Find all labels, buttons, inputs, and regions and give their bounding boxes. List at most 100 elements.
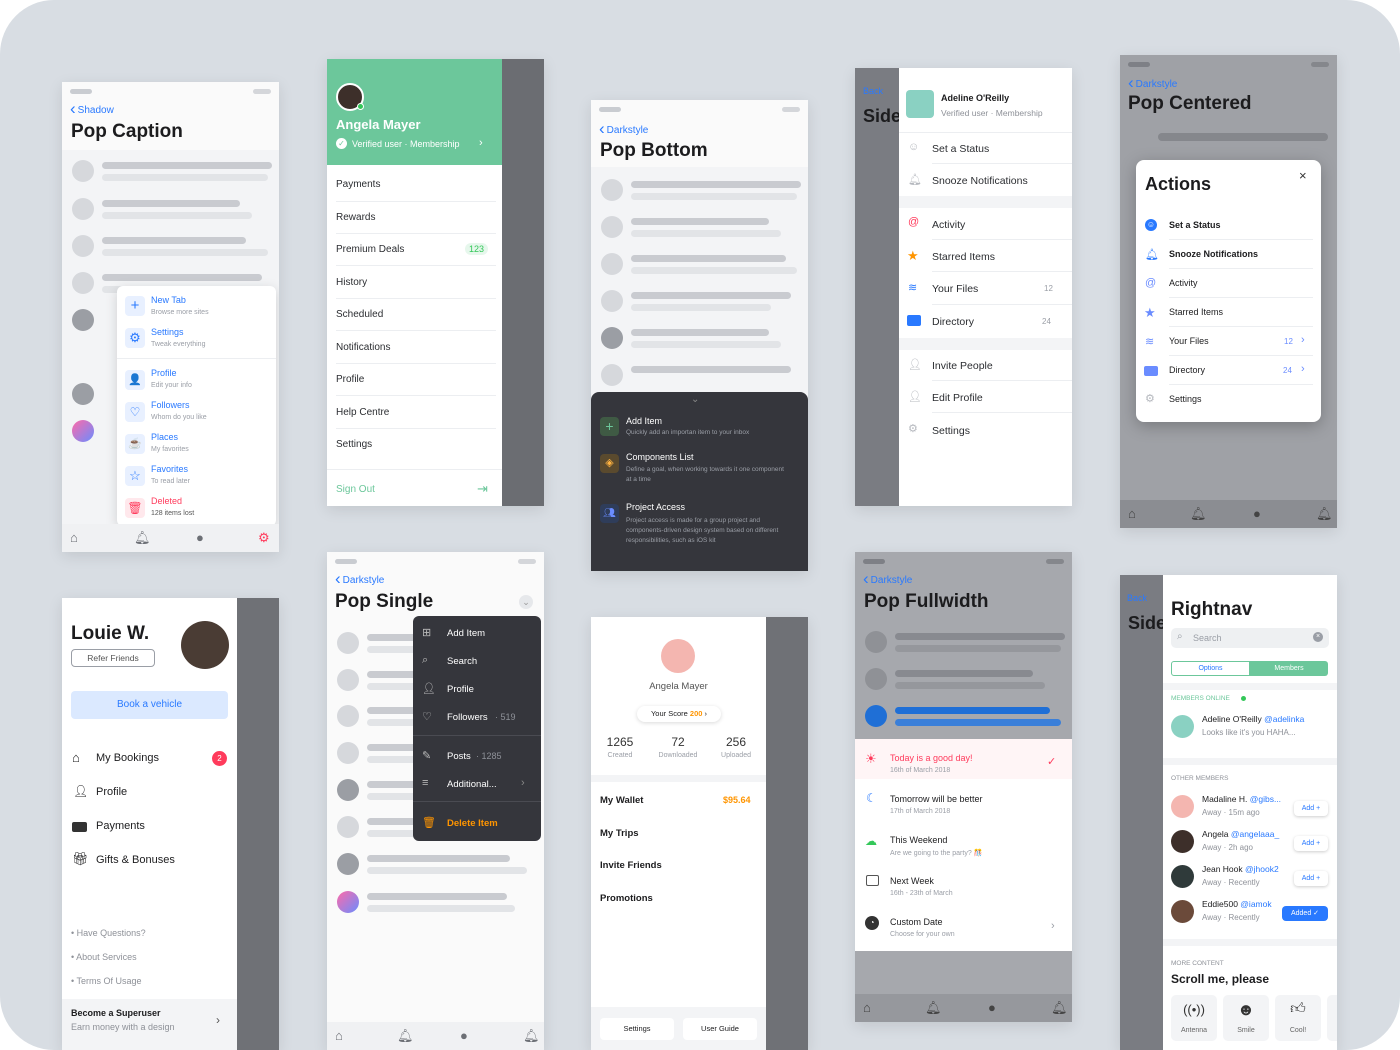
bell-icon[interactable]: 🔔︎ — [397, 1028, 414, 1044]
link-questions[interactable]: • Have Questions? — [71, 928, 146, 938]
menu-item-new-tab[interactable]: New Tab — [151, 295, 186, 305]
menu-help-centre[interactable]: Help Centre — [336, 407, 389, 418]
option-next-week[interactable]: Next Week — [890, 876, 934, 886]
menu-rewards[interactable]: Rewards — [336, 212, 375, 223]
avatar[interactable] — [1171, 795, 1194, 818]
menu-add-item[interactable]: Add Item — [447, 628, 485, 639]
card-antenna[interactable]: ((•)) Antenna — [1171, 995, 1217, 1041]
home-icon[interactable]: ⌂ — [863, 1000, 871, 1015]
bell-icon[interactable]: 🔔︎ — [1190, 506, 1207, 522]
refer-friends-button[interactable]: Refer Friends — [71, 649, 155, 667]
option-tomorrow[interactable]: Tomorrow will be better — [890, 794, 983, 804]
settings-button[interactable]: Settings — [600, 1018, 674, 1040]
add-button[interactable]: Add + — [1294, 836, 1328, 851]
menu-premium-deals[interactable]: Premium Deals — [336, 244, 404, 255]
search-input[interactable]: Search — [1193, 633, 1222, 643]
menu-invite-friends[interactable]: Invite Friends — [600, 860, 662, 871]
menu-starred[interactable]: Starred Items — [932, 251, 995, 263]
sheet-item-add[interactable]: Add Item — [626, 416, 662, 426]
back-button[interactable]: Darkstyle — [1128, 72, 1178, 92]
menu-your-files[interactable]: Your Files — [1169, 336, 1209, 346]
card-smile[interactable]: ☻ Smile — [1223, 995, 1269, 1041]
bell-icon[interactable]: 🔔︎ — [1051, 1000, 1068, 1016]
bell-icon[interactable]: 🔔︎ — [523, 1028, 540, 1044]
option-custom-date[interactable]: Custom Date — [890, 917, 943, 927]
gear-icon[interactable]: ⚙ — [258, 530, 270, 546]
menu-activity[interactable]: Activity — [932, 219, 965, 231]
avatar[interactable] — [906, 90, 934, 118]
superuser-banner[interactable]: Become a Superuser Earn money with a des… — [62, 999, 237, 1050]
chat-icon[interactable]: ● — [460, 1028, 468, 1043]
chat-icon[interactable]: ● — [988, 1000, 996, 1015]
avatar[interactable] — [181, 621, 229, 669]
menu-set-status[interactable]: Set a Status — [1169, 220, 1221, 230]
chevron-down-icon[interactable]: ⌄ — [519, 595, 533, 609]
menu-settings[interactable]: Settings — [1169, 394, 1202, 404]
chat-icon[interactable]: ● — [196, 530, 204, 545]
menu-search[interactable]: Search — [447, 656, 477, 667]
home-icon[interactable]: ⌂ — [70, 530, 78, 545]
clear-icon[interactable]: × — [1313, 632, 1323, 642]
logout-icon[interactable]: ⇥ — [477, 481, 488, 497]
score-pill[interactable]: Your Score 200 › — [637, 706, 721, 722]
menu-payments[interactable]: Payments — [336, 179, 380, 190]
option-weekend[interactable]: This Weekend — [890, 835, 947, 845]
menu-item-settings[interactable]: Settings — [151, 327, 184, 337]
menu-directory[interactable]: Directory — [1169, 365, 1205, 375]
tab-options[interactable]: Options — [1171, 661, 1250, 676]
menu-trips[interactable]: My Trips — [600, 828, 639, 839]
menu-gifts[interactable]: Gifts & Bonuses — [96, 854, 175, 866]
link-terms[interactable]: • Terms Of Usage — [71, 976, 142, 986]
menu-promotions[interactable]: Promotions — [600, 893, 653, 904]
menu-snooze[interactable]: Snooze Notifications — [932, 175, 1028, 187]
back-button[interactable]: Darkstyle — [335, 568, 385, 588]
home-icon[interactable]: ⌂ — [335, 1028, 343, 1043]
chevron-down-icon[interactable]: ⌄ — [691, 394, 699, 405]
menu-starred[interactable]: Starred Items — [1169, 307, 1223, 317]
bell-icon[interactable]: 🔔︎ — [1316, 506, 1333, 522]
back-button[interactable]: Shadow — [70, 98, 114, 118]
added-button[interactable]: Added ✓ — [1282, 906, 1328, 921]
add-button[interactable]: Add + — [1294, 801, 1328, 816]
menu-settings[interactable]: Settings — [336, 439, 372, 450]
verified-label[interactable]: Verified user · Membership — [352, 139, 460, 149]
menu-your-files[interactable]: Your Files — [932, 283, 978, 295]
search-field[interactable]: ⌕ Search × — [1171, 628, 1329, 648]
avatar[interactable] — [1171, 830, 1194, 853]
menu-payments[interactable]: Payments — [96, 820, 145, 832]
home-icon[interactable]: ⌂ — [1128, 506, 1136, 521]
menu-my-bookings[interactable]: My Bookings — [96, 752, 159, 764]
back-button[interactable]: Darkstyle — [863, 568, 913, 588]
chat-icon[interactable]: ● — [1253, 506, 1261, 521]
menu-directory[interactable]: Directory — [932, 316, 974, 328]
avatar[interactable] — [1171, 900, 1194, 923]
back-button[interactable]: Darkstyle — [599, 118, 649, 138]
menu-item-followers[interactable]: Followers — [151, 400, 190, 410]
menu-activity[interactable]: Activity — [1169, 278, 1198, 288]
menu-posts[interactable]: Posts — [447, 751, 471, 762]
menu-profile[interactable]: Profile — [447, 684, 474, 695]
menu-item-deleted[interactable]: Deleted — [151, 496, 182, 506]
menu-additional[interactable]: Additional... — [447, 779, 497, 790]
menu-notifications[interactable]: Notifications — [336, 342, 390, 353]
menu-followers[interactable]: Followers — [447, 712, 488, 723]
user-guide-button[interactable]: User Guide — [683, 1018, 757, 1040]
sign-out-button[interactable]: Sign Out — [336, 484, 375, 495]
menu-edit-profile[interactable]: Edit Profile — [932, 392, 983, 404]
sheet-item-project-access[interactable]: Project Access — [626, 502, 685, 512]
avatar[interactable] — [1171, 715, 1194, 738]
close-icon[interactable]: × — [1299, 168, 1307, 183]
add-button[interactable]: Add + — [1294, 871, 1328, 886]
menu-invite[interactable]: Invite People — [932, 360, 993, 372]
menu-item-profile[interactable]: Profile — [151, 368, 177, 378]
menu-item-places[interactable]: Places — [151, 432, 178, 442]
avatar[interactable] — [1171, 865, 1194, 888]
menu-wallet[interactable]: My Wallet — [600, 795, 643, 806]
menu-scheduled[interactable]: Scheduled — [336, 309, 383, 320]
menu-snooze[interactable]: Snooze Notifications — [1169, 249, 1258, 259]
menu-profile[interactable]: Profile — [336, 374, 364, 385]
tab-members[interactable]: Members — [1250, 661, 1328, 676]
card-cool[interactable]: 👍︎ Cool! — [1275, 995, 1321, 1041]
menu-delete-item[interactable]: Delete Item — [447, 818, 498, 829]
menu-profile[interactable]: Profile — [96, 786, 127, 798]
